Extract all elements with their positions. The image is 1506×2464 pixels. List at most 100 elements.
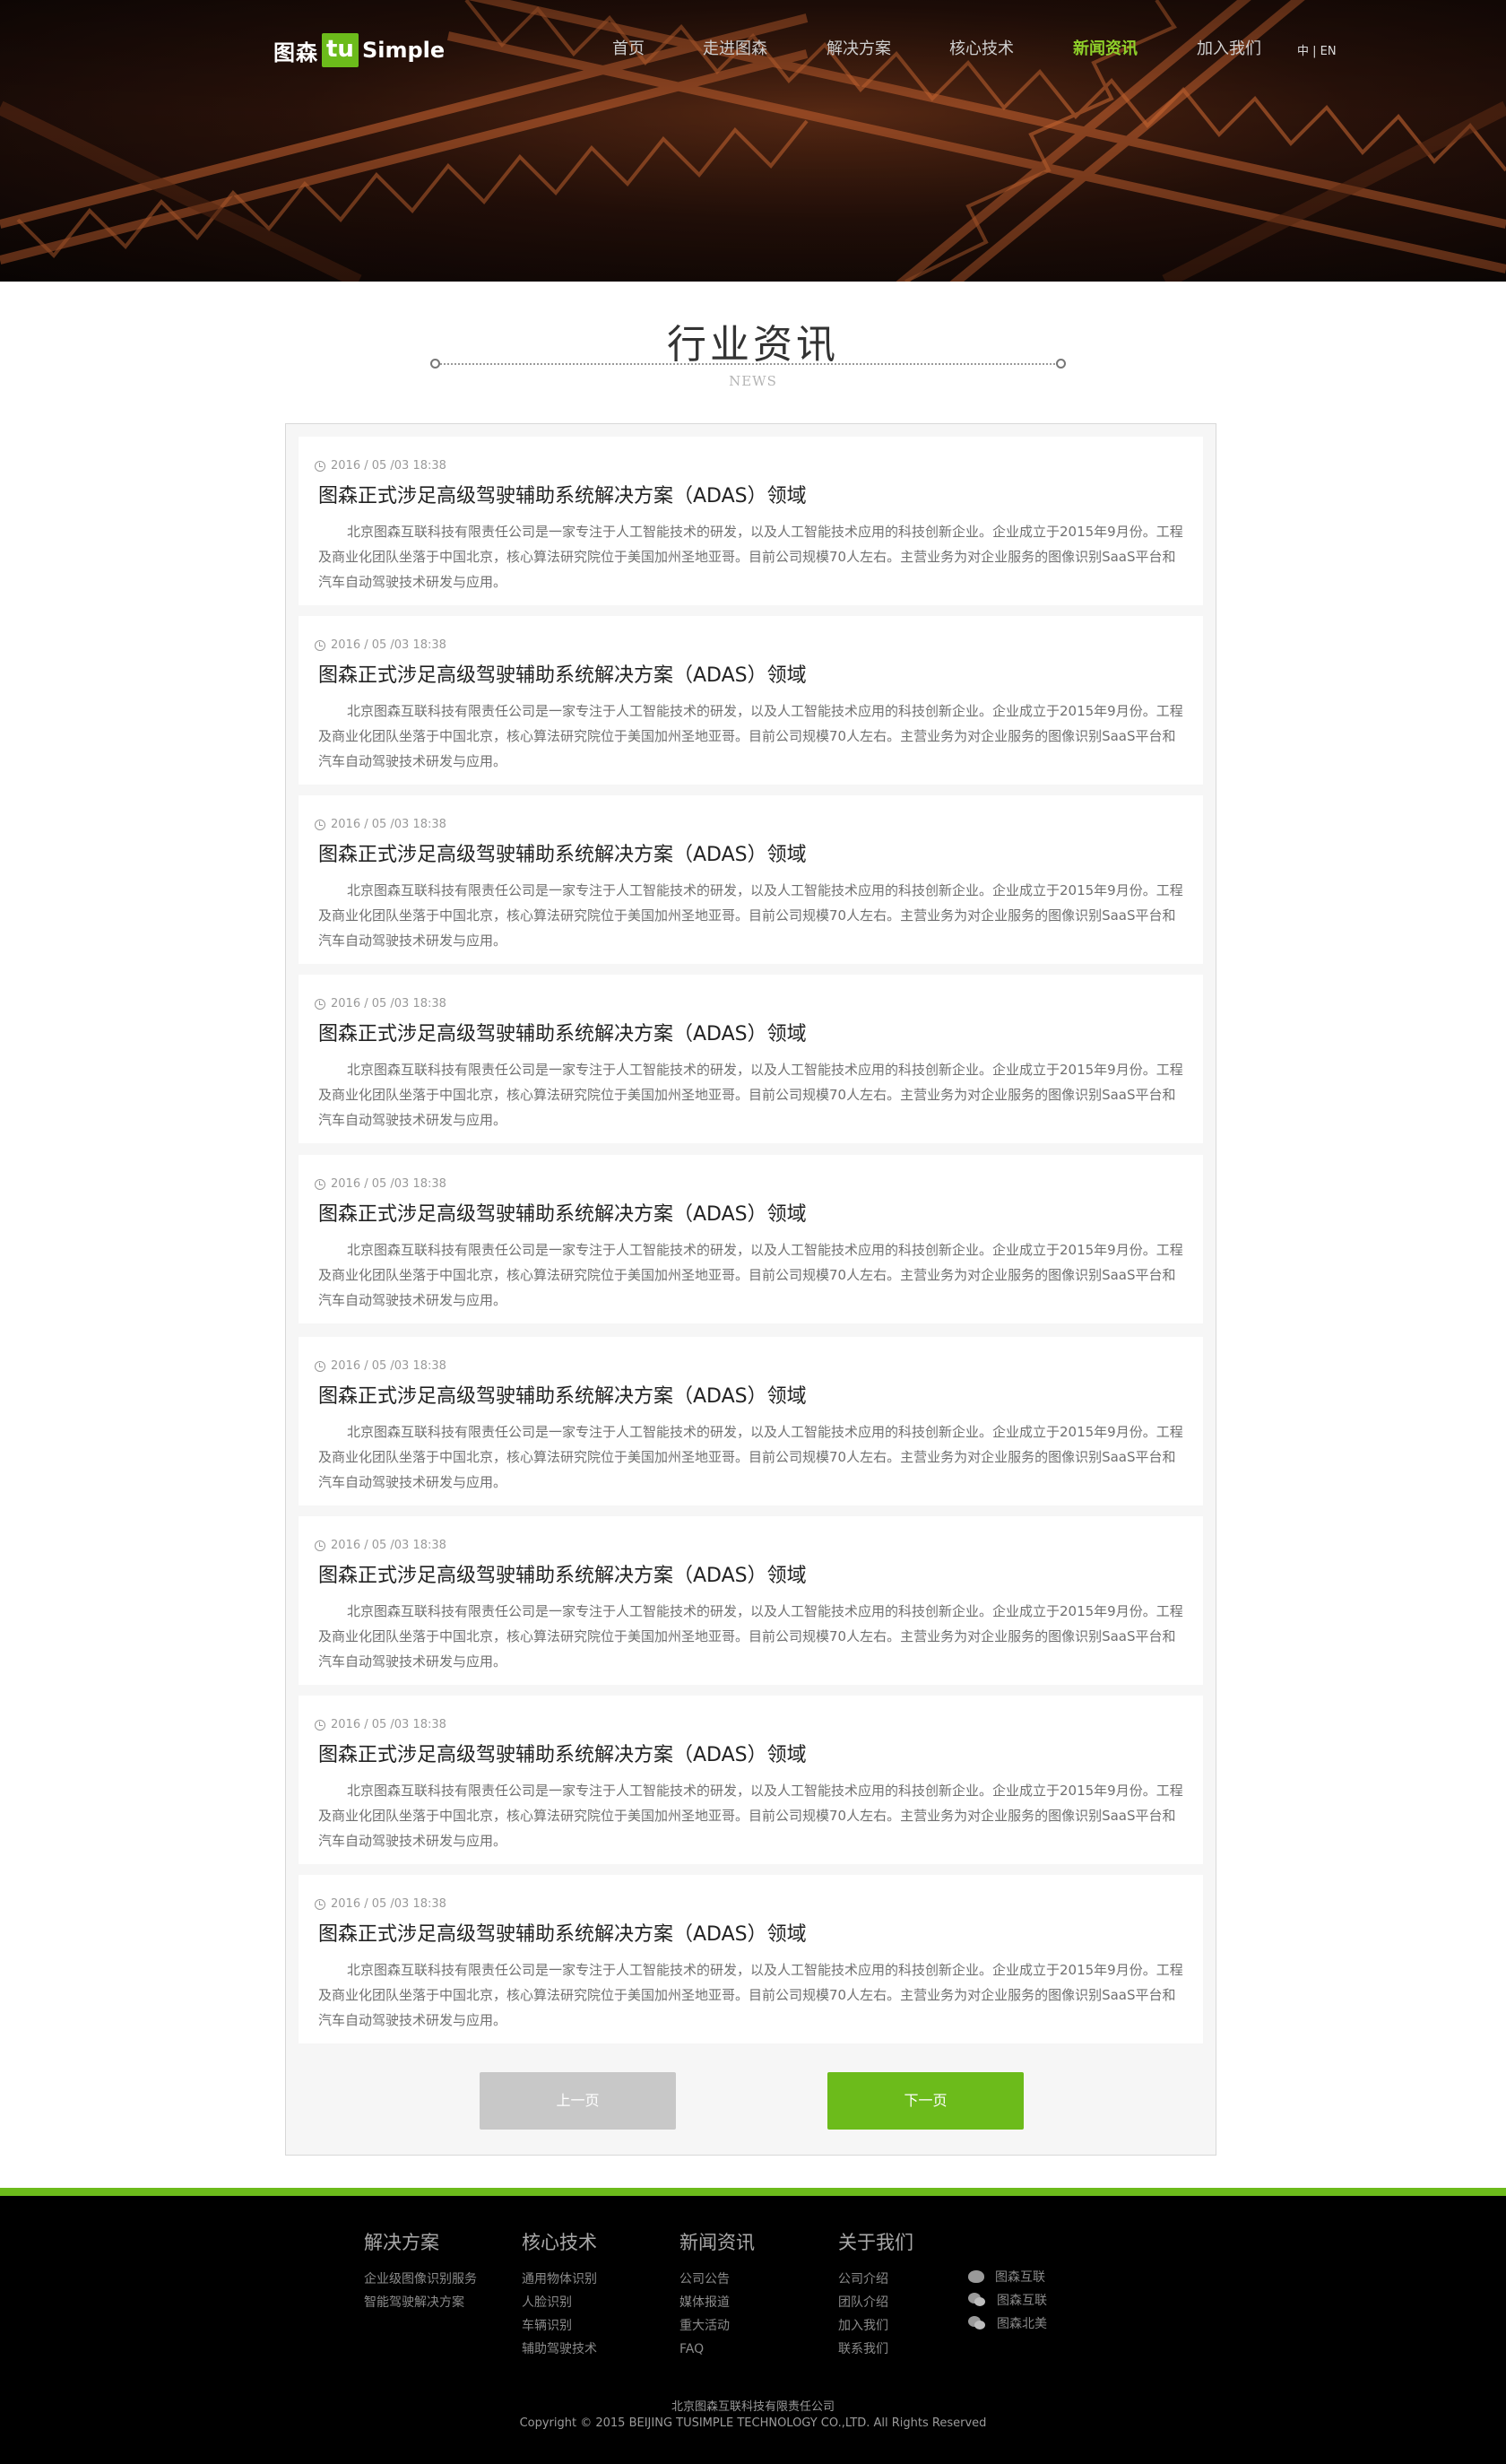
weibo-icon (968, 2270, 984, 2283)
footer-link[interactable]: 公司介绍 (838, 2268, 913, 2291)
clock-icon (315, 1719, 325, 1731)
footer-link[interactable]: 联系我们 (838, 2338, 913, 2361)
news-date: 2016 / 05 /03 18:38 (315, 459, 446, 473)
news-date-text: 2016 / 05 /03 18:38 (331, 1718, 446, 1731)
clock-icon (315, 819, 325, 830)
nav-join-us[interactable]: 加入我们 (1197, 36, 1261, 59)
footer-column-technology: 核心技术 通用物体识别 人脸识别 车辆识别 辅助驾驶技术 (522, 2228, 597, 2361)
clock-icon (315, 998, 325, 1010)
news-card[interactable]: 2016 / 05 /03 18:38 图森正式涉足高级驾驶辅助系统解决方案（A… (299, 1155, 1203, 1323)
news-summary: 北京图森互联科技有限责任公司是一家专注于人工智能技术的研发，以及人工智能技术应用… (318, 882, 1183, 949)
footer-heading: 关于我们 (838, 2232, 913, 2253)
news-date: 2016 / 05 /03 18:38 (315, 1897, 446, 1911)
news-date-text: 2016 / 05 /03 18:38 (331, 1177, 446, 1191)
footer-link[interactable]: 媒体报道 (679, 2291, 755, 2314)
news-summary: 北京图森互联科技有限责任公司是一家专注于人工智能技术的研发，以及人工智能技术应用… (318, 1424, 1183, 1490)
news-summary: 北京图森互联科技有限责任公司是一家专注于人工智能技术的研发，以及人工智能技术应用… (318, 1603, 1183, 1670)
clock-icon (315, 1898, 325, 1910)
news-date: 2016 / 05 /03 18:38 (315, 997, 446, 1011)
news-date-text: 2016 / 05 /03 18:38 (331, 818, 446, 831)
footer-link[interactable]: 车辆识别 (522, 2314, 597, 2338)
footer-link[interactable]: 辅助驾驶技术 (522, 2338, 597, 2361)
news-date: 2016 / 05 /03 18:38 (315, 1177, 446, 1191)
news-title[interactable]: 图森正式涉足高级驾驶辅助系统解决方案（ADAS）领域 (318, 480, 807, 508)
nav-news[interactable]: 新闻资讯 (1073, 36, 1138, 59)
news-card[interactable]: 2016 / 05 /03 18:38 图森正式涉足高级驾驶辅助系统解决方案（A… (299, 795, 1203, 964)
news-title[interactable]: 图森正式涉足高级驾驶辅助系统解决方案（ADAS）领域 (318, 1380, 807, 1409)
news-card[interactable]: 2016 / 05 /03 18:38 图森正式涉足高级驾驶辅助系统解决方案（A… (299, 437, 1203, 605)
news-card[interactable]: 2016 / 05 /03 18:38 图森正式涉足高级驾驶辅助系统解决方案（A… (299, 1516, 1203, 1685)
news-title[interactable]: 图森正式涉足高级驾驶辅助系统解决方案（ADAS）领域 (318, 1739, 807, 1767)
news-date: 2016 / 05 /03 18:38 (315, 818, 446, 831)
news-title[interactable]: 图森正式涉足高级驾驶辅助系统解决方案（ADAS）领域 (318, 1198, 807, 1227)
news-title[interactable]: 图森正式涉足高级驾驶辅助系统解决方案（ADAS）领域 (318, 1918, 807, 1947)
title-divider-dot-left (430, 359, 440, 369)
page-subtitle: NEWS (729, 373, 777, 389)
news-date-text: 2016 / 05 /03 18:38 (331, 997, 446, 1011)
news-date: 2016 / 05 /03 18:38 (315, 1359, 446, 1373)
news-date-text: 2016 / 05 /03 18:38 (331, 459, 446, 473)
news-summary: 北京图森互联科技有限责任公司是一家专注于人工智能技术的研发，以及人工智能技术应用… (318, 1242, 1183, 1308)
social-label: 图森北美 (997, 2317, 1047, 2331)
footer-column-about: 关于我们 公司介绍 团队介绍 加入我们 联系我们 (838, 2228, 913, 2361)
footer-link[interactable]: 团队介绍 (838, 2291, 913, 2314)
social-wechat-na[interactable]: 图森北美 (968, 2312, 1047, 2335)
news-date-text: 2016 / 05 /03 18:38 (331, 1897, 446, 1911)
news-summary: 北京图森互联科技有限责任公司是一家专注于人工智能技术的研发，以及人工智能技术应用… (318, 524, 1183, 590)
news-card[interactable]: 2016 / 05 /03 18:38 图森正式涉足高级驾驶辅助系统解决方案（A… (299, 1875, 1203, 2043)
wechat-icon (968, 2293, 986, 2307)
language-switch[interactable]: 中 | EN (1297, 41, 1337, 58)
clock-icon (315, 639, 325, 651)
footer-link[interactable]: 重大活动 (679, 2314, 755, 2338)
news-summary: 北京图森互联科技有限责任公司是一家专注于人工智能技术的研发，以及人工智能技术应用… (318, 1783, 1183, 1849)
social-weibo[interactable]: 图森互联 (968, 2265, 1047, 2288)
next-page-button[interactable]: 下一页 (827, 2072, 1024, 2130)
footer-link[interactable]: 智能驾驶解决方案 (364, 2291, 477, 2314)
news-list-panel: 2016 / 05 /03 18:38 图森正式涉足高级驾驶辅助系统解决方案（A… (285, 423, 1216, 2156)
social-wechat-cn[interactable]: 图森互联 (968, 2288, 1047, 2312)
footer-link[interactable]: FAQ (679, 2338, 755, 2361)
news-summary: 北京图森互联科技有限责任公司是一家专注于人工智能技术的研发，以及人工智能技术应用… (318, 703, 1183, 769)
clock-icon (315, 460, 325, 472)
news-card[interactable]: 2016 / 05 /03 18:38 图森正式涉足高级驾驶辅助系统解决方案（A… (299, 975, 1203, 1143)
news-date: 2016 / 05 /03 18:38 (315, 1718, 446, 1731)
news-date-text: 2016 / 05 /03 18:38 (331, 638, 446, 652)
footer-column-solutions: 解决方案 企业级图像识别服务 智能驾驶解决方案 (364, 2228, 477, 2314)
footer-company-name: 北京图森互联科技有限责任公司 (671, 2400, 835, 2414)
news-card[interactable]: 2016 / 05 /03 18:38 图森正式涉足高级驾驶辅助系统解决方案（A… (299, 1337, 1203, 1505)
news-title[interactable]: 图森正式涉足高级驾驶辅助系统解决方案（ADAS）领域 (318, 1559, 807, 1588)
page-title: 行业资讯 (667, 322, 839, 368)
nav-home[interactable]: 首页 (612, 36, 645, 59)
footer-link[interactable]: 通用物体识别 (522, 2268, 597, 2291)
prev-page-button[interactable]: 上一页 (480, 2072, 676, 2130)
nav-about-tusimple[interactable]: 走进图森 (703, 36, 767, 59)
wechat-icon (968, 2316, 986, 2330)
title-divider-dot-right (1056, 359, 1066, 369)
news-summary: 北京图森互联科技有限责任公司是一家专注于人工智能技术的研发，以及人工智能技术应用… (318, 1062, 1183, 1128)
footer-accent-bar (0, 2188, 1506, 2196)
news-title[interactable]: 图森正式涉足高级驾驶辅助系统解决方案（ADAS）领域 (318, 1018, 807, 1046)
footer-column-news: 新闻资讯 公司公告 媒体报道 重大活动 FAQ (679, 2228, 755, 2361)
footer-copyright: Copyright © 2015 BEIJING TUSIMPLE TECHNO… (519, 2416, 987, 2430)
footer-heading: 核心技术 (522, 2232, 597, 2253)
footer-link[interactable]: 企业级图像识别服务 (364, 2268, 477, 2291)
news-summary: 北京图森互联科技有限责任公司是一家专注于人工智能技术的研发，以及人工智能技术应用… (318, 1962, 1183, 2028)
news-date: 2016 / 05 /03 18:38 (315, 1539, 446, 1552)
news-date-text: 2016 / 05 /03 18:38 (331, 1539, 446, 1552)
nav-core-technology[interactable]: 核心技术 (949, 36, 1014, 59)
news-card[interactable]: 2016 / 05 /03 18:38 图森正式涉足高级驾驶辅助系统解决方案（A… (299, 616, 1203, 785)
main-nav: 首页 走进图森 解决方案 核心技术 新闻资讯 加入我们 (0, 36, 1506, 63)
news-title[interactable]: 图森正式涉足高级驾驶辅助系统解决方案（ADAS）领域 (318, 659, 807, 688)
footer-link[interactable]: 公司公告 (679, 2268, 755, 2291)
social-label: 图森互联 (995, 2270, 1045, 2285)
news-title[interactable]: 图森正式涉足高级驾驶辅助系统解决方案（ADAS）领域 (318, 838, 807, 867)
title-divider (437, 363, 1065, 365)
footer-link[interactable]: 人脸识别 (522, 2291, 597, 2314)
footer-social: 图森互联 图森互联 图森北美 (968, 2265, 1047, 2335)
nav-solutions[interactable]: 解决方案 (827, 36, 891, 59)
news-card[interactable]: 2016 / 05 /03 18:38 图森正式涉足高级驾驶辅助系统解决方案（A… (299, 1696, 1203, 1864)
clock-icon (315, 1178, 325, 1190)
news-date-text: 2016 / 05 /03 18:38 (331, 1359, 446, 1373)
social-label: 图森互联 (997, 2294, 1047, 2308)
footer-link[interactable]: 加入我们 (838, 2314, 913, 2338)
